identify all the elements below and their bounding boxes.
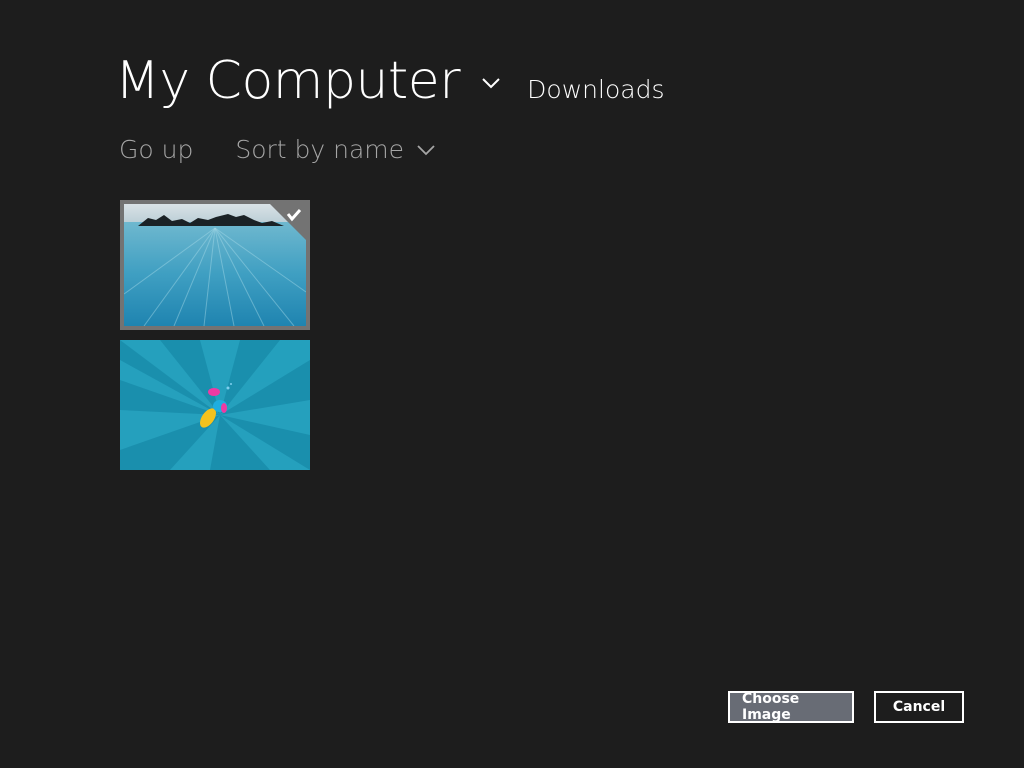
file-picker-screen: My Computer Downloads Go up Sort by name [0,0,1024,768]
file-grid [120,200,310,480]
chevron-down-icon [416,140,436,160]
sort-dropdown[interactable]: Sort by name [235,132,436,168]
checkmark-icon [270,204,306,240]
file-tile-teal-rays[interactable] [120,340,310,470]
choose-image-button[interactable]: Choose Image [728,691,854,723]
chevron-down-icon[interactable] [480,72,502,94]
file-tile-seascape[interactable] [120,200,310,330]
picker-toolbar: Go up Sort by name [119,132,436,168]
action-buttons: Choose Image Cancel [728,691,964,723]
cancel-button[interactable]: Cancel [874,691,964,723]
picker-header: My Computer Downloads [115,46,664,116]
sort-label: Sort by name [235,135,405,164]
go-up-button[interactable]: Go up [119,132,193,168]
teal-rays-thumbnail [120,340,310,470]
subfolder-breadcrumb[interactable]: Downloads [527,75,664,104]
location-title[interactable]: My Computer [115,46,461,116]
